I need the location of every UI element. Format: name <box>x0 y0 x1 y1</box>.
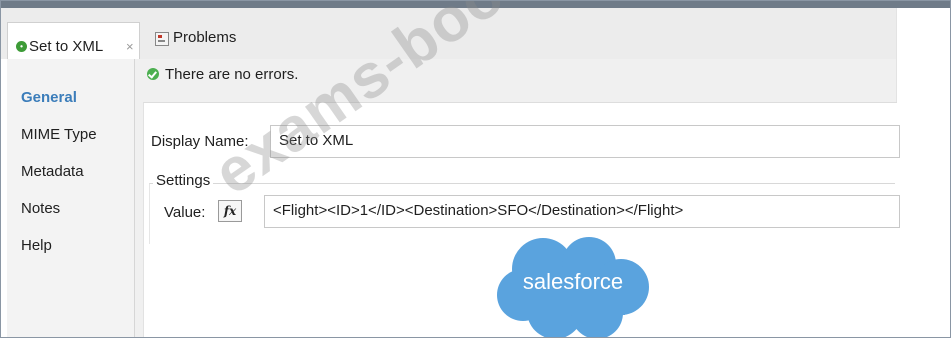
tab-strip: • Set to XML × Problems <box>1 8 896 67</box>
status-message: There are no errors. <box>147 66 298 83</box>
salesforce-logo: salesforce <box>497 237 649 337</box>
tab-label: Set to XML <box>29 38 104 55</box>
window-top-border <box>1 1 950 8</box>
problems-icon <box>155 32 169 46</box>
editor-window: • Set to XML × Problems General MIME Typ… <box>0 0 951 338</box>
sidebar-item-help[interactable]: Help <box>21 237 52 254</box>
expression-icon[interactable]: fx <box>218 200 242 222</box>
sidebar-item-metadata[interactable]: Metadata <box>21 163 84 180</box>
tab-label: Problems <box>173 29 237 46</box>
status-text: There are no errors. <box>165 66 299 83</box>
sidebar-item-notes[interactable]: Notes <box>21 200 60 217</box>
display-name-label: Display Name: <box>151 133 249 150</box>
right-margin <box>896 8 950 337</box>
value-field[interactable]: <Flight><ID>1</ID><Destination>SFO</Dest… <box>264 195 900 228</box>
settings-label: Settings <box>153 172 214 189</box>
property-sidebar: General MIME Type Metadata Notes Help <box>7 59 134 337</box>
close-icon[interactable]: × <box>126 39 134 54</box>
processor-icon: • <box>16 41 27 52</box>
check-circle-icon <box>147 68 159 80</box>
logo-text: salesforce <box>523 269 623 294</box>
sidebar-item-general[interactable]: General <box>21 89 77 106</box>
sidebar-item-mime-type[interactable]: MIME Type <box>21 126 97 143</box>
value-label: Value: <box>164 204 206 221</box>
display-name-field[interactable]: Set to XML <box>270 125 900 158</box>
